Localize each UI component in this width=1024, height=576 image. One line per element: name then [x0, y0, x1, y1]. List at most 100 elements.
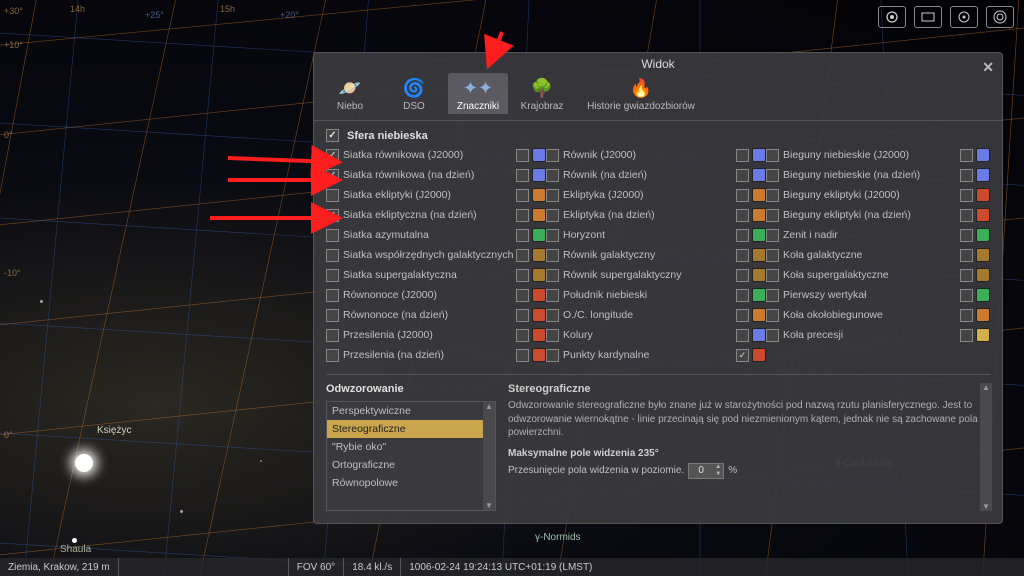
color-swatch[interactable]	[976, 268, 990, 282]
swatch-checkbox[interactable]	[516, 209, 529, 222]
option-checkbox[interactable]	[546, 169, 559, 182]
projection-item[interactable]: Równopolowe	[327, 474, 495, 492]
color-swatch[interactable]	[532, 328, 546, 342]
color-swatch[interactable]	[976, 168, 990, 182]
projection-item[interactable]: "Rybie oko"	[327, 438, 495, 456]
swatch-checkbox[interactable]	[736, 309, 749, 322]
option-checkbox[interactable]	[326, 229, 339, 242]
color-swatch[interactable]	[976, 308, 990, 322]
color-swatch[interactable]	[532, 228, 546, 242]
tab-markers[interactable]: ✦✦Znaczniki	[448, 73, 508, 114]
option-checkbox[interactable]	[326, 349, 339, 362]
option-checkbox[interactable]	[766, 209, 779, 222]
projection-item[interactable]: Perspektywiczne	[327, 402, 495, 420]
option-checkbox[interactable]	[546, 249, 559, 262]
swatch-checkbox[interactable]	[736, 349, 749, 362]
swatch-checkbox[interactable]	[736, 249, 749, 262]
scrollbar[interactable]: ▲▼	[980, 383, 992, 511]
swatch-checkbox[interactable]	[736, 189, 749, 202]
option-checkbox[interactable]	[546, 309, 559, 322]
color-swatch[interactable]	[752, 348, 766, 362]
shift-spinner[interactable]: 0 ▲▼	[688, 463, 724, 479]
color-swatch[interactable]	[532, 188, 546, 202]
sensor-button[interactable]	[914, 6, 942, 28]
swatch-checkbox[interactable]	[516, 269, 529, 282]
option-checkbox[interactable]	[546, 149, 559, 162]
swatch-checkbox[interactable]	[736, 269, 749, 282]
color-swatch[interactable]	[532, 208, 546, 222]
swatch-checkbox[interactable]	[960, 269, 973, 282]
swatch-checkbox[interactable]	[516, 189, 529, 202]
swatch-checkbox[interactable]	[516, 169, 529, 182]
option-checkbox[interactable]	[766, 189, 779, 202]
swatch-checkbox[interactable]	[516, 249, 529, 262]
color-swatch[interactable]	[752, 168, 766, 182]
option-checkbox[interactable]	[326, 329, 339, 342]
option-checkbox[interactable]	[766, 309, 779, 322]
projection-item[interactable]: Ortograficzne	[327, 456, 495, 474]
swatch-checkbox[interactable]	[516, 229, 529, 242]
option-checkbox[interactable]	[766, 269, 779, 282]
swatch-checkbox[interactable]	[516, 329, 529, 342]
tab-starlore[interactable]: 🔥Historie gwiazdozbiorów	[576, 73, 706, 114]
swatch-checkbox[interactable]	[960, 189, 973, 202]
option-checkbox[interactable]	[546, 269, 559, 282]
option-checkbox[interactable]	[326, 169, 339, 182]
spin-down-icon[interactable]: ▼	[713, 471, 723, 478]
swatch-checkbox[interactable]	[960, 309, 973, 322]
swatch-checkbox[interactable]	[736, 329, 749, 342]
tab-sky[interactable]: 🪐Niebo	[320, 73, 380, 114]
color-swatch[interactable]	[532, 308, 546, 322]
option-checkbox[interactable]	[326, 309, 339, 322]
tab-dso[interactable]: 🌀DSO	[384, 73, 444, 114]
option-checkbox[interactable]	[326, 209, 339, 222]
telrad-button[interactable]	[986, 6, 1014, 28]
swatch-checkbox[interactable]	[960, 229, 973, 242]
color-swatch[interactable]	[976, 228, 990, 242]
option-checkbox[interactable]	[546, 229, 559, 242]
color-swatch[interactable]	[752, 208, 766, 222]
swatch-checkbox[interactable]	[960, 209, 973, 222]
option-checkbox[interactable]	[766, 149, 779, 162]
color-swatch[interactable]	[532, 348, 546, 362]
close-icon[interactable]: ✕	[982, 59, 994, 76]
color-swatch[interactable]	[752, 328, 766, 342]
option-checkbox[interactable]	[546, 209, 559, 222]
color-swatch[interactable]	[976, 188, 990, 202]
projection-item[interactable]: Stereograficzne	[327, 420, 495, 438]
option-checkbox[interactable]	[546, 189, 559, 202]
option-checkbox[interactable]	[766, 249, 779, 262]
color-swatch[interactable]	[752, 268, 766, 282]
option-checkbox[interactable]	[766, 229, 779, 242]
ocular-button[interactable]	[878, 6, 906, 28]
scrollbar[interactable]: ▲▼	[483, 402, 495, 510]
option-checkbox[interactable]	[326, 249, 339, 262]
color-swatch[interactable]	[752, 188, 766, 202]
color-swatch[interactable]	[532, 288, 546, 302]
color-swatch[interactable]	[976, 148, 990, 162]
swatch-checkbox[interactable]	[960, 249, 973, 262]
option-checkbox[interactable]	[546, 329, 559, 342]
swatch-checkbox[interactable]	[736, 229, 749, 242]
swatch-checkbox[interactable]	[736, 169, 749, 182]
color-swatch[interactable]	[532, 248, 546, 262]
tab-landscape[interactable]: 🌳Krajobraz	[512, 73, 572, 114]
option-checkbox[interactable]	[326, 149, 339, 162]
color-swatch[interactable]	[532, 268, 546, 282]
color-swatch[interactable]	[752, 148, 766, 162]
option-checkbox[interactable]	[326, 289, 339, 302]
spin-up-icon[interactable]: ▲	[713, 464, 723, 471]
color-swatch[interactable]	[976, 208, 990, 222]
swatch-checkbox[interactable]	[736, 289, 749, 302]
option-checkbox[interactable]	[546, 289, 559, 302]
option-checkbox[interactable]	[766, 289, 779, 302]
option-checkbox[interactable]	[326, 189, 339, 202]
option-checkbox[interactable]	[326, 269, 339, 282]
swatch-checkbox[interactable]	[960, 289, 973, 302]
config-button[interactable]	[950, 6, 978, 28]
swatch-checkbox[interactable]	[960, 329, 973, 342]
color-swatch[interactable]	[752, 288, 766, 302]
option-checkbox[interactable]	[766, 169, 779, 182]
color-swatch[interactable]	[532, 168, 546, 182]
swatch-checkbox[interactable]	[516, 149, 529, 162]
